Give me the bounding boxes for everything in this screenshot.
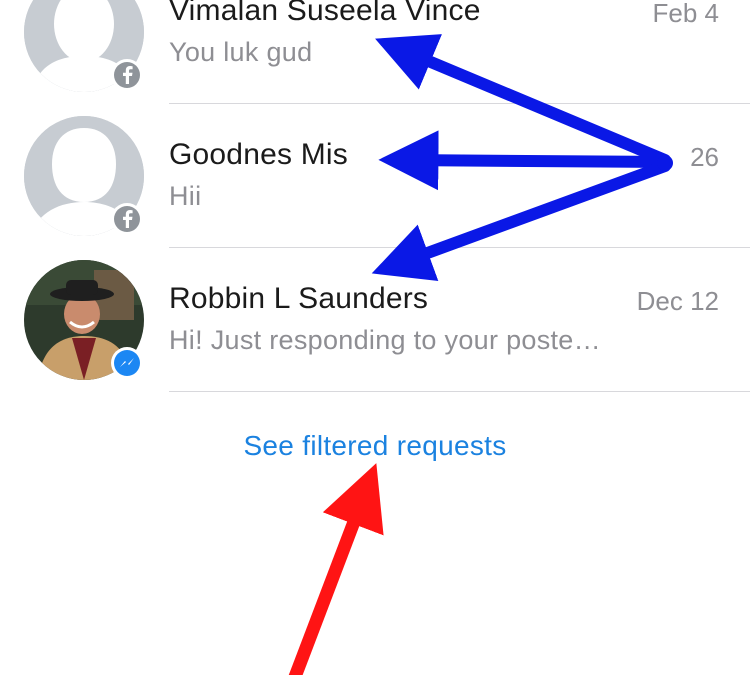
contact-name: Robbin L Saunders — [169, 282, 429, 315]
conversation-row[interactable]: Vimalan Suseela Vince You luk gud Feb 4 — [0, 0, 750, 104]
message-date: Feb 4 — [652, 0, 720, 28]
contact-name: Vimalan Suseela Vince — [169, 0, 481, 27]
message-preview: Hi! Just responding to your poste… — [169, 325, 601, 355]
message-date: Dec 12 — [636, 286, 719, 316]
row-separator — [169, 391, 750, 392]
message-preview: Hii — [169, 181, 202, 211]
red-arrow-to-filtered-link — [288, 463, 384, 675]
facebook-icon — [111, 59, 143, 91]
messenger-icon — [111, 347, 143, 379]
see-filtered-requests-link[interactable]: See filtered requests — [0, 430, 750, 462]
conversation-row[interactable]: Robbin L Saunders Hi! Just responding to… — [0, 248, 750, 392]
conversation-row[interactable]: Goodnes Mis Hii 26 — [0, 104, 750, 248]
message-preview: You luk gud — [169, 37, 313, 67]
facebook-icon — [111, 203, 143, 235]
message-date: 26 — [690, 142, 719, 172]
message-requests-screen: Vimalan Suseela Vince You luk gud Feb 4 … — [0, 0, 750, 675]
contact-name: Goodnes Mis — [169, 138, 348, 171]
